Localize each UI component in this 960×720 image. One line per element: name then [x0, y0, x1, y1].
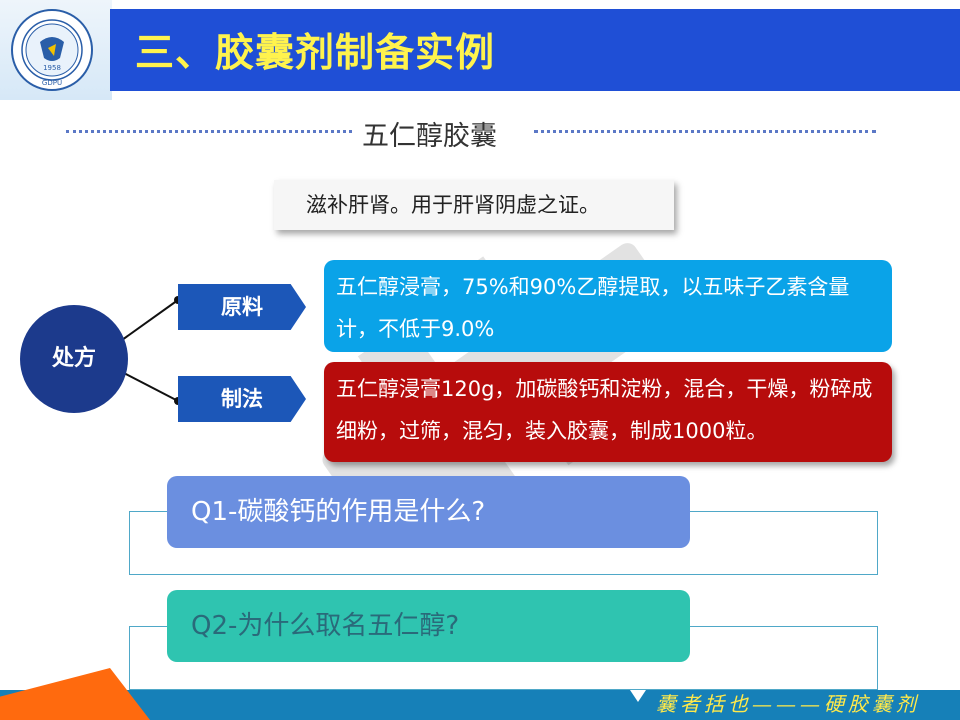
university-seal-icon: 1958 GDPU	[11, 9, 93, 91]
logo-year: 1958	[43, 64, 61, 72]
footer-accent	[0, 668, 150, 720]
raw-materials-card: 五仁醇浸膏，75%和90%乙醇提取，以五味子乙素含量计，不低于9.0%	[324, 260, 892, 352]
footer-triangle-icon	[630, 690, 646, 702]
subtitle-divider-left	[66, 130, 352, 133]
preparation-method-card: 五仁醇浸膏120g，加碳酸钙和淀粉，混合，干燥，粉碎成细粉，过筛，混匀，装入胶囊…	[324, 362, 892, 462]
tag-raw-materials: 原料	[178, 284, 306, 330]
slide-title: 三、胶囊剂制备实例	[135, 31, 496, 76]
question-1-button[interactable]: Q1-碳酸钙的作用是什么?	[167, 476, 690, 548]
prescription-circle: 处方	[20, 305, 128, 413]
tag-preparation-method: 制法	[178, 376, 306, 422]
question-2-button[interactable]: Q2-为什么取名五仁醇?	[167, 590, 690, 662]
footer-slogan: 囊者括也———硬胶囊剂	[656, 692, 920, 716]
subtitle-divider-right	[534, 130, 876, 133]
indication-summary: 滋补肝肾。用于肝肾阴虚之证。	[274, 180, 674, 230]
logo-abbrev: GDPU	[42, 79, 62, 87]
slide-subtitle: 五仁醇胶囊	[362, 121, 497, 152]
